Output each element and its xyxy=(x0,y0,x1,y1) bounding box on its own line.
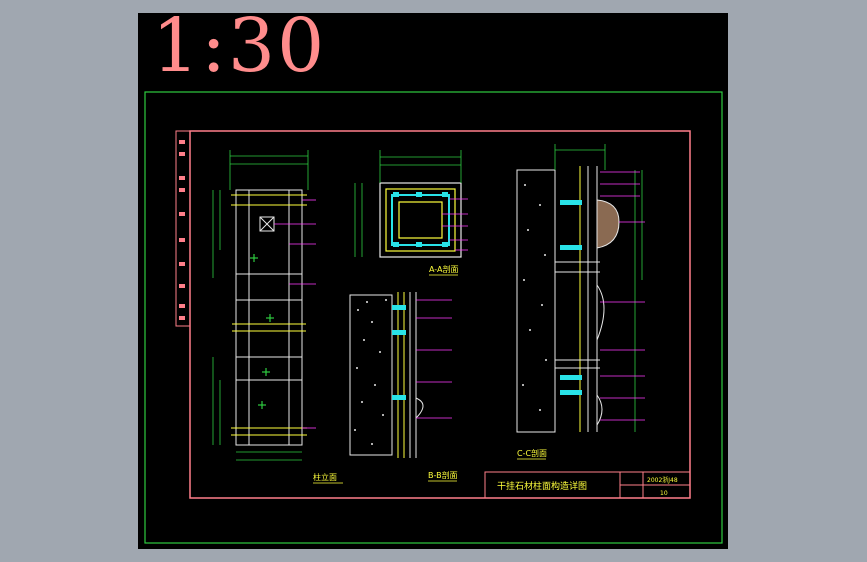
binding-strip xyxy=(175,130,191,327)
title-block-page-no: 10 xyxy=(660,490,668,497)
inner-frame xyxy=(189,130,691,499)
cad-drawing: 柱立面 A-A剖面 B-B剖面 C-C剖面 干挂石材柱面构造详图 2002浙J4… xyxy=(144,91,723,544)
column-elevation-dimensions xyxy=(212,150,309,461)
section-aa-anchors xyxy=(393,192,448,247)
label-section-cc: C-C剖面 xyxy=(517,448,547,458)
section-cc-anchors xyxy=(560,200,582,395)
binding-strip-marks xyxy=(179,140,185,320)
column-elevation-leaders xyxy=(274,199,316,429)
view-labels: 柱立面 A-A剖面 B-B剖面 C-C剖面 xyxy=(313,264,547,482)
label-section-aa: A-A剖面 xyxy=(429,264,458,274)
title-block-atlas-no: 2002浙J48 xyxy=(647,476,678,484)
title-block-title: 干挂石材柱面构造详图 xyxy=(497,480,587,492)
section-bb-leaders xyxy=(416,299,452,419)
label-section-bb: B-B剖面 xyxy=(428,470,458,480)
section-bb xyxy=(349,292,424,458)
view-label-underlines xyxy=(313,274,546,484)
label-column-elevation: 柱立面 xyxy=(313,472,337,482)
section-aa-dimensions xyxy=(354,150,462,257)
